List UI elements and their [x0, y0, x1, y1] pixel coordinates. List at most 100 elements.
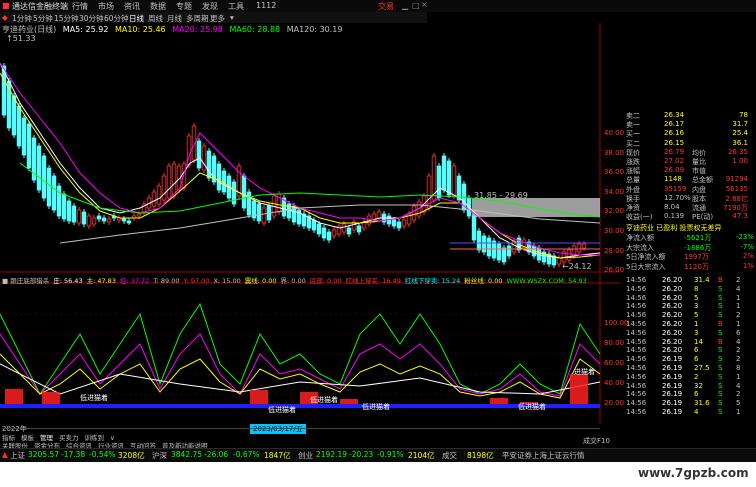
candle-body	[376, 211, 382, 219]
tick-price: 26.19	[662, 372, 683, 381]
quote-field-value: 91294	[725, 175, 748, 184]
minimize-icon[interactable]: ▁	[402, 1, 408, 10]
candle-body	[566, 249, 572, 261]
index-pct: -0.67%	[233, 450, 260, 459]
tick-price: 26.19	[662, 381, 683, 390]
tick-list[interactable]: 14:56 26.20 31.4 B 2 14:56 26.20 8 S 4 14:56 26.20 5…	[620, 274, 756, 424]
price-chart[interactable]: 亨迪药业(日线) MA5: 25.92 MA10: 25.46 MA20: 25…	[0, 23, 624, 274]
candle-body	[81, 211, 87, 225]
indicator-legend-item: T: 89.00	[153, 277, 180, 285]
candle-body	[451, 165, 457, 197]
fullscreen-icon[interactable]: ◆	[2, 13, 8, 22]
tick-side: S	[718, 284, 723, 293]
candle-body	[311, 219, 317, 231]
flow-value: -5621万	[684, 234, 712, 242]
stock-period-label: 亨迪药业(日线)	[2, 25, 57, 34]
candle-body	[56, 185, 62, 217]
tick-price: 26.20	[662, 302, 683, 311]
menu-item[interactable]: 资讯	[124, 1, 140, 12]
tick-price: 26.19	[662, 408, 683, 416]
candle-body	[151, 191, 157, 207]
tick-time: 14:56	[626, 355, 647, 364]
index-change: -26.06	[204, 450, 229, 459]
maximize-icon[interactable]: □	[412, 1, 420, 10]
candle-body	[16, 105, 22, 147]
dropdown-icon[interactable]: ▾	[230, 13, 234, 22]
quote-value: 26.17	[664, 120, 685, 129]
candle-body	[411, 205, 417, 221]
menu-item[interactable]: 1112	[256, 1, 276, 10]
tick-side: S	[718, 293, 723, 302]
tick-time: 14:56	[626, 276, 647, 284]
index-value: 2192.19	[316, 450, 348, 459]
signal-label: 低进猫着	[310, 396, 338, 404]
signal-bar	[250, 390, 268, 404]
quote-value: 26.16	[664, 129, 685, 138]
candle-body	[396, 221, 402, 229]
candle-body	[481, 235, 487, 253]
trade-button[interactable]: 交易	[378, 1, 394, 12]
tick-count: 1	[736, 293, 741, 302]
tick-price: 26.19	[662, 355, 683, 364]
indicator-legend-item: WWW.WSZX.COM: 54.93	[506, 277, 587, 285]
close-icon[interactable]: ×	[421, 0, 428, 9]
candle-body	[506, 245, 512, 257]
tick-volume: 31.6	[694, 399, 710, 408]
tick-volume: 4	[694, 408, 699, 416]
tick-count: 2	[736, 355, 741, 364]
index-amount: 1847亿	[264, 451, 291, 460]
candle-body	[86, 215, 92, 227]
tick-count: 1	[736, 372, 741, 381]
low-price-label: ←24.12	[562, 262, 592, 271]
candle-body	[501, 247, 507, 263]
tick-time: 14:56	[626, 390, 647, 399]
tick-side: S	[718, 311, 723, 320]
candle-body	[496, 243, 502, 261]
candle-body	[101, 217, 107, 222]
tick-price: 26.20	[662, 284, 683, 293]
tick-time: 14:56	[626, 328, 647, 337]
signal-bar	[42, 392, 60, 404]
ticks-f10-link[interactable]: 成交F10	[583, 436, 610, 446]
candle-body	[321, 227, 327, 239]
flow-value: 1997万	[684, 253, 709, 262]
tick-side: S	[718, 328, 723, 337]
candle-body	[246, 191, 252, 216]
indicator-legend-item: 控: 37.22	[119, 277, 150, 285]
menu-item[interactable]: 市场	[98, 1, 114, 12]
quote-value: 26.15	[664, 138, 685, 147]
menu-item[interactable]: 专题	[176, 1, 192, 12]
candle-body	[96, 215, 102, 220]
index-name[interactable]: 沪深	[152, 450, 167, 461]
index-change: -17.38	[61, 450, 86, 459]
index-name[interactable]: 上证	[10, 450, 25, 461]
candle-body	[106, 218, 112, 223]
candle-body	[581, 243, 587, 249]
ma5-label: MA5: 25.92	[62, 25, 109, 34]
index-name[interactable]: 创业	[298, 450, 313, 461]
candle-body	[216, 163, 222, 191]
tick-volume: 3	[694, 328, 699, 337]
menu-item[interactable]: 发现	[202, 1, 218, 12]
quote-value: 8.04	[664, 203, 680, 211]
title-bar: ■ 通达信金融终端 行情 市场 资讯 数据 专题 发现 工具 1112 交易 ▁…	[0, 0, 756, 12]
menu-item[interactable]: 数据	[150, 1, 166, 12]
indicator-legend-item: 庄: 56.43	[53, 277, 83, 285]
tick-count: 2	[736, 346, 741, 355]
candle-body	[76, 209, 82, 224]
tick-price: 26.20	[662, 328, 683, 337]
candle-body	[346, 227, 352, 235]
menu-item[interactable]: 行情	[72, 1, 88, 12]
tick-side: S	[718, 302, 723, 311]
candle-body	[486, 237, 492, 257]
menu-item[interactable]: 工具	[228, 1, 244, 12]
high-price-label: ↑51.33	[6, 34, 36, 43]
quote-value: 26.79	[664, 147, 685, 156]
signal-bar	[570, 374, 588, 404]
candle-body	[256, 203, 262, 222]
index-change: -20.23	[349, 450, 374, 459]
deal-value: 8198亿	[467, 451, 494, 460]
indicator-panel[interactable]: ■ 跟庄底部猎杀 庄: 56.43 主: 47.83 控: 37.22 T: 89.00…	[0, 274, 629, 424]
indicator-legend-item: 界: 0.00	[280, 277, 306, 285]
tick-volume: 2	[694, 372, 699, 381]
